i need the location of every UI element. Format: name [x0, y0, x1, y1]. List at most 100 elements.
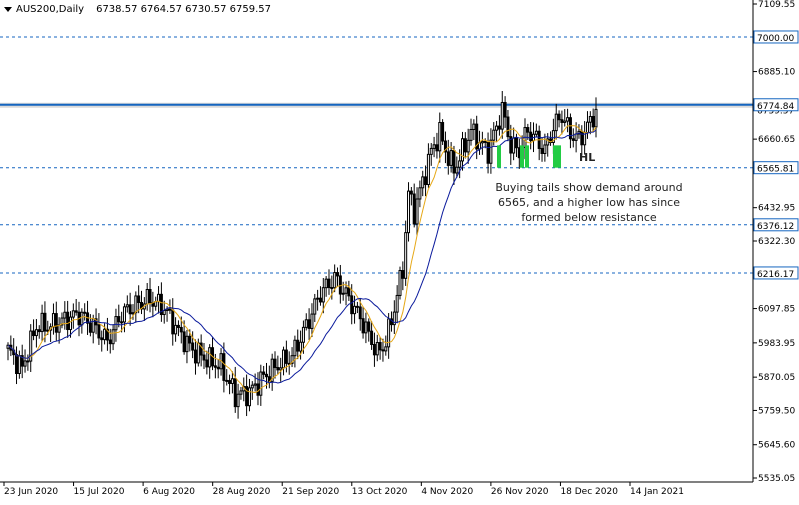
price-tick-label: 6432.95 — [758, 204, 795, 214]
candle-body — [157, 293, 161, 303]
candle-body — [500, 101, 504, 130]
candle-body — [131, 312, 135, 315]
candle-body — [108, 339, 112, 345]
candle-body — [66, 311, 70, 331]
candle-body — [375, 342, 379, 356]
candle-body — [563, 120, 567, 123]
candle-body — [526, 127, 530, 133]
level-label: 6565.81 — [757, 165, 794, 175]
candle-body — [566, 117, 570, 122]
price-tick-label: 5870.05 — [758, 373, 795, 383]
candle-body — [71, 310, 75, 318]
candle-body — [486, 141, 490, 164]
candle-body — [554, 113, 558, 132]
candle-body — [91, 318, 95, 333]
candle-body — [168, 308, 172, 311]
candle-body — [540, 147, 544, 154]
candle-body — [216, 366, 220, 370]
candle-body — [15, 354, 19, 374]
candle-body — [478, 142, 482, 150]
candle-body — [381, 349, 385, 352]
higher-low-label: HL — [579, 151, 596, 164]
candle-body — [264, 373, 268, 378]
candle-body — [446, 151, 450, 166]
time-tick-label: 26 Nov 2020 — [491, 487, 549, 497]
candle-body — [100, 337, 104, 341]
candle-body — [370, 330, 374, 345]
candle-body — [202, 354, 206, 361]
level-label: 6376.12 — [757, 222, 794, 232]
candle-body — [560, 119, 564, 123]
candle-body — [529, 131, 533, 142]
candle-body — [358, 306, 362, 320]
time-tick-label: 14 Jan 2021 — [630, 487, 684, 497]
candle-body — [88, 322, 92, 333]
candle-body — [225, 379, 229, 382]
candle-body — [68, 316, 72, 331]
candle-body — [557, 113, 561, 121]
candle-body — [571, 138, 575, 141]
time-axis-labels: 23 Jun 2020 15 Jul 2020 6 Aug 2020 28 Aug 2… — [3, 482, 684, 497]
candle-body — [404, 232, 408, 279]
chart: 7109.55 6885.10 6660.65 6432.95 6322.30 6097.… — [0, 0, 799, 501]
candle-body — [247, 387, 251, 407]
candle-body — [338, 275, 342, 295]
candle-body — [412, 193, 416, 225]
candle-body — [296, 339, 300, 352]
candle-body — [353, 305, 357, 315]
candle-body — [350, 295, 354, 315]
candle-body — [534, 130, 538, 135]
candle-body — [336, 272, 340, 277]
candle-body — [145, 289, 149, 305]
candle-body — [250, 384, 254, 389]
candle-body — [435, 144, 439, 152]
candle-body — [32, 330, 36, 337]
price-tick-label: 5535.05 — [758, 474, 795, 484]
candle-body — [43, 312, 47, 332]
candle-body — [253, 383, 257, 386]
time-tick-label: 13 Oct 2020 — [352, 487, 408, 497]
price-tick-label: 6097.85 — [758, 305, 795, 315]
chart-header: AUS200,Daily 6738.57 6764.57 6730.57 675… — [4, 4, 271, 15]
candle-body — [398, 270, 402, 296]
candle-body — [407, 190, 411, 234]
candle-body — [179, 326, 183, 333]
candle-body — [588, 116, 592, 123]
dropdown-triangle-icon[interactable] — [4, 7, 12, 12]
time-tick-label: 21 Sep 2020 — [282, 487, 339, 497]
candle-body — [395, 294, 399, 313]
candle-body — [421, 176, 425, 189]
candle-body — [239, 390, 243, 395]
candle-body — [495, 125, 499, 131]
candle-body — [176, 324, 180, 328]
candle-body — [310, 313, 314, 329]
candle-body — [125, 304, 129, 308]
candle-body — [114, 316, 118, 331]
time-tick-label: 23 Jun 2020 — [4, 487, 58, 497]
candle-body — [307, 319, 311, 329]
candle-body — [236, 393, 240, 408]
candle-body — [438, 122, 442, 152]
buying-tail-highlight — [497, 145, 501, 168]
candle-body — [193, 349, 197, 364]
candle-body — [472, 123, 476, 131]
candle-body — [480, 140, 484, 144]
candle-body — [466, 139, 470, 153]
candle-body — [301, 326, 305, 343]
candle-body — [469, 129, 473, 141]
candle-body — [455, 166, 459, 174]
candle-body — [364, 321, 368, 334]
candle-body — [233, 378, 237, 408]
candle-body — [344, 287, 348, 294]
candle-body — [460, 138, 464, 162]
candle-body — [171, 309, 175, 335]
candle-body — [117, 316, 121, 323]
candle-body — [17, 355, 21, 374]
candle-body — [330, 287, 334, 290]
time-tick-label: 28 Aug 2020 — [213, 487, 271, 497]
candle-body — [299, 341, 303, 352]
candle-body — [228, 380, 232, 384]
candle-body — [51, 313, 55, 328]
candle-body — [205, 359, 209, 368]
candle-body — [304, 319, 308, 328]
